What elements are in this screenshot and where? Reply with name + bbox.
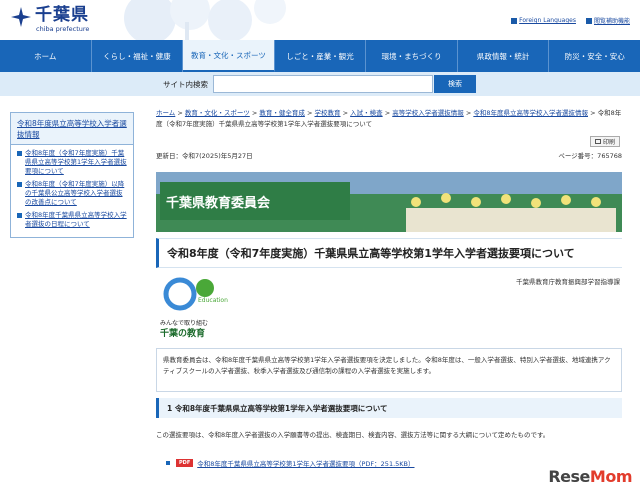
pdf-icon: PDF	[176, 459, 194, 467]
page-number: ページ番号：765768	[558, 152, 622, 160]
breadcrumb-separator: >	[306, 109, 313, 117]
accessibility-icon	[585, 17, 592, 24]
banner-title: 千葉県教育委員会	[160, 182, 350, 220]
sidebar-heading-link[interactable]: 令和8年度県立高等学校入学者選抜情報	[17, 119, 127, 139]
author-department: 千葉県教育庁教育振興部学習指導課	[516, 278, 620, 286]
edu-logo-word: Education	[198, 297, 228, 304]
breadcrumb-separator: >	[384, 109, 391, 117]
search-bar: サイト内検索 検索	[0, 72, 640, 96]
square-bullet-icon	[166, 461, 170, 465]
logo-subtitle: chiba prefecture	[36, 25, 90, 33]
nav-item-home[interactable]: ホーム	[0, 40, 92, 72]
square-bullet-icon	[17, 182, 22, 187]
accessibility-label: 閲覧補助機能	[593, 18, 630, 25]
breadcrumb-separator: >	[342, 109, 349, 117]
search-input[interactable]	[213, 75, 433, 93]
nav-item-government[interactable]: 県政情報・統計	[458, 40, 550, 72]
site-header: 千葉県 chiba prefecture Foreign Languages 閲…	[0, 0, 640, 40]
breadcrumb-separator: >	[590, 109, 596, 117]
sidebar-item: 令和8年度（令和7年度実施）千葉県県立高等学校第1学年入学者選抜要項について	[17, 149, 127, 176]
breadcrumb-separator: >	[465, 109, 472, 117]
sidebar-item-link[interactable]: 令和8年度（令和7年度実施）千葉県県立高等学校第1学年入学者選抜要項について	[25, 149, 127, 176]
accessibility-link[interactable]: 閲覧補助機能	[585, 16, 630, 25]
section-text: この選抜要項は、令和8年度入学者選抜の入学願書等の提出、検査期日、検査内容、選抜…	[156, 431, 550, 439]
search-label: サイト内検索	[163, 80, 208, 89]
foreign-languages-label: Foreign Languages	[519, 17, 576, 24]
edu-logo-name: 千葉の教育	[160, 329, 206, 339]
breadcrumb-link[interactable]: 令和8年度県立高等学校入学者選抜情報	[473, 109, 588, 117]
breadcrumb-separator: >	[251, 109, 258, 117]
search-button[interactable]: 検索	[434, 75, 476, 93]
breadcrumb: ホーム > 教育・文化・スポーツ > 教育・健全育成 > 学校教育 > 入試・検…	[156, 108, 626, 132]
breadcrumb-link[interactable]: 教育・文化・スポーツ	[185, 109, 250, 117]
nav-item-environment[interactable]: 環境・まちづくり	[366, 40, 458, 72]
updated-date: 更新日：令和7(2025)年5月27日	[156, 152, 253, 160]
board-banner: 千葉県教育委員会	[156, 172, 622, 232]
square-bullet-icon	[17, 151, 22, 156]
nav-item-education[interactable]: 教育・文化・スポーツ	[183, 40, 275, 72]
globe-icon	[511, 17, 518, 24]
printer-icon	[594, 139, 601, 144]
main-content: ホーム > 教育・文化・スポーツ > 教育・健全育成 > 学校教育 > 入試・検…	[156, 108, 626, 468]
logo-title: 千葉県	[35, 5, 89, 25]
section-heading: 1 令和8年度千葉県県立高等学校第1学年入学者選抜要項について	[156, 398, 622, 418]
sidebar-list: 令和8年度（令和7年度実施）千葉県県立高等学校第1学年入学者選抜要項について 令…	[11, 145, 133, 237]
breadcrumb-link[interactable]: 教育・健全育成	[259, 109, 305, 117]
utility-links: Foreign Languages 閲覧補助機能	[511, 16, 630, 25]
page-meta: 更新日：令和7(2025)年5月27日 ページ番号：765768	[156, 150, 622, 160]
foreign-languages-link[interactable]: Foreign Languages	[511, 16, 576, 25]
sidebar-item-link[interactable]: 令和8年度千葉県県立高等学校入学者選抜の日程について	[25, 211, 127, 229]
sidebar-item: 令和8年度（令和7年度実施）以降の千葉県公立高等学校入学者選抜の改善点について	[17, 180, 127, 207]
breadcrumb-link[interactable]: 学校教育	[315, 109, 341, 117]
breadcrumb-separator: >	[177, 109, 183, 117]
sidebar-heading: 令和8年度県立高等学校入学者選抜情報	[11, 113, 133, 145]
square-bullet-icon	[17, 213, 22, 218]
global-nav: ホーム くらし・福祉・健康 教育・文化・スポーツ しごと・産業・観光 環境・まち…	[0, 40, 640, 72]
nav-item-safety[interactable]: 防災・安全・安心	[549, 40, 640, 72]
site-logo[interactable]: 千葉県 chiba prefecture	[10, 6, 89, 33]
page-title: 令和8年度（令和7年度実施）千葉県県立高等学校第1学年入学者選抜要項について	[156, 238, 622, 268]
sidebar-item: 令和8年度千葉県県立高等学校入学者選抜の日程について	[17, 211, 127, 229]
watermark-left: Rese	[548, 467, 590, 486]
breadcrumb-link[interactable]: 入試・検査	[350, 109, 383, 117]
sidebar: 令和8年度県立高等学校入学者選抜情報 令和8年度（令和7年度実施）千葉県県立高等…	[10, 112, 134, 238]
resemom-watermark: ReseMom	[548, 467, 632, 486]
breadcrumb-link[interactable]: ホーム	[156, 109, 175, 117]
sidebar-item-link[interactable]: 令和8年度（令和7年度実施）以降の千葉県公立高等学校入学者選抜の改善点について	[25, 180, 127, 207]
chiba-emblem-icon	[11, 7, 31, 27]
watermark-right: Mom	[589, 467, 633, 486]
nav-item-living[interactable]: くらし・福祉・健康	[92, 40, 184, 72]
pdf-download-link[interactable]: 令和8年度千葉県県立高等学校第1学年入学者選抜要項（PDF：251.5KB）	[197, 458, 414, 468]
print-button[interactable]: 印刷	[589, 136, 620, 147]
print-label: 印刷	[602, 139, 615, 146]
pdf-download-row: PDF 令和8年度千葉県県立高等学校第1学年入学者選抜要項（PDF：251.5K…	[166, 458, 415, 468]
nav-item-work[interactable]: しごと・産業・観光	[275, 40, 367, 72]
intro-box: 県教育委員会は、令和8年度千葉県県立高等学校第1学年入学者選抜要項を決定しました…	[156, 348, 622, 392]
breadcrumb-link[interactable]: 高等学校入学者選抜情報	[392, 109, 464, 117]
